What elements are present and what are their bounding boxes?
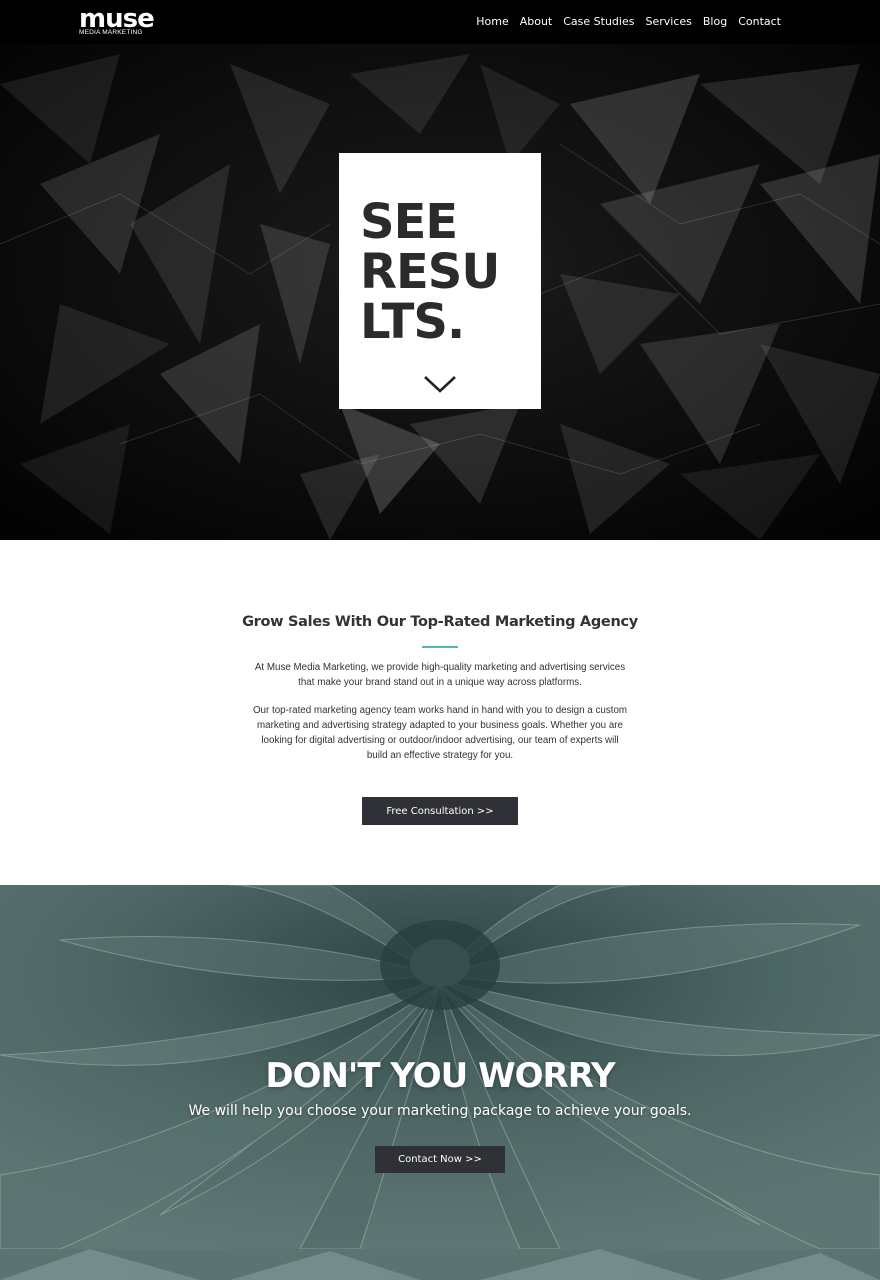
nav-services-link[interactable]: Services [645, 15, 691, 28]
intro-title: Grow Sales With Our Top-Rated Marketing … [242, 614, 638, 630]
nav-case-studies-link[interactable]: Case Studies [563, 15, 634, 28]
logo-subtext: MEDIA MARKETING [79, 29, 143, 36]
hero-headline-line-1: SEE [360, 194, 458, 250]
title-divider [422, 646, 458, 648]
intro-section: Grow Sales With Our Top-Rated Marketing … [0, 540, 880, 885]
muse-logo[interactable]: muse MEDIA MARKETING [79, 5, 169, 38]
hero-headline-line-2: RESU [360, 244, 500, 300]
nav-contact-link[interactable]: Contact [738, 15, 781, 28]
hero-card: SEE RESU LTS. [339, 153, 541, 409]
cta-banner: DON'T YOU WORRY We will help you choose … [0, 885, 880, 1249]
main-nav: Home About Case Studies Services Blog Co… [476, 15, 781, 28]
next-section-strip [0, 1249, 880, 1280]
free-consultation-button[interactable]: Free Consultation >> [362, 797, 518, 825]
nav-home-link[interactable]: Home [476, 15, 508, 28]
nav-blog-link[interactable]: Blog [703, 15, 727, 28]
hero-section: SEE RESU LTS. [0, 44, 880, 540]
contact-now-button[interactable]: Contact Now >> [375, 1146, 505, 1173]
banner-title: DON'T YOU WORRY [265, 1056, 615, 1096]
intro-paragraph-2: Our top-rated marketing agency team work… [252, 705, 628, 761]
nav-about-link[interactable]: About [520, 15, 553, 28]
top-navbar: muse MEDIA MARKETING Home About Case Stu… [0, 0, 880, 44]
banner-subtitle: We will help you choose your marketing p… [188, 1103, 692, 1119]
chevron-down-icon[interactable] [423, 374, 457, 394]
intro-paragraph-1: At Muse Media Marketing, we provide high… [254, 662, 626, 688]
hero-headline-line-3: LTS. [360, 294, 465, 350]
